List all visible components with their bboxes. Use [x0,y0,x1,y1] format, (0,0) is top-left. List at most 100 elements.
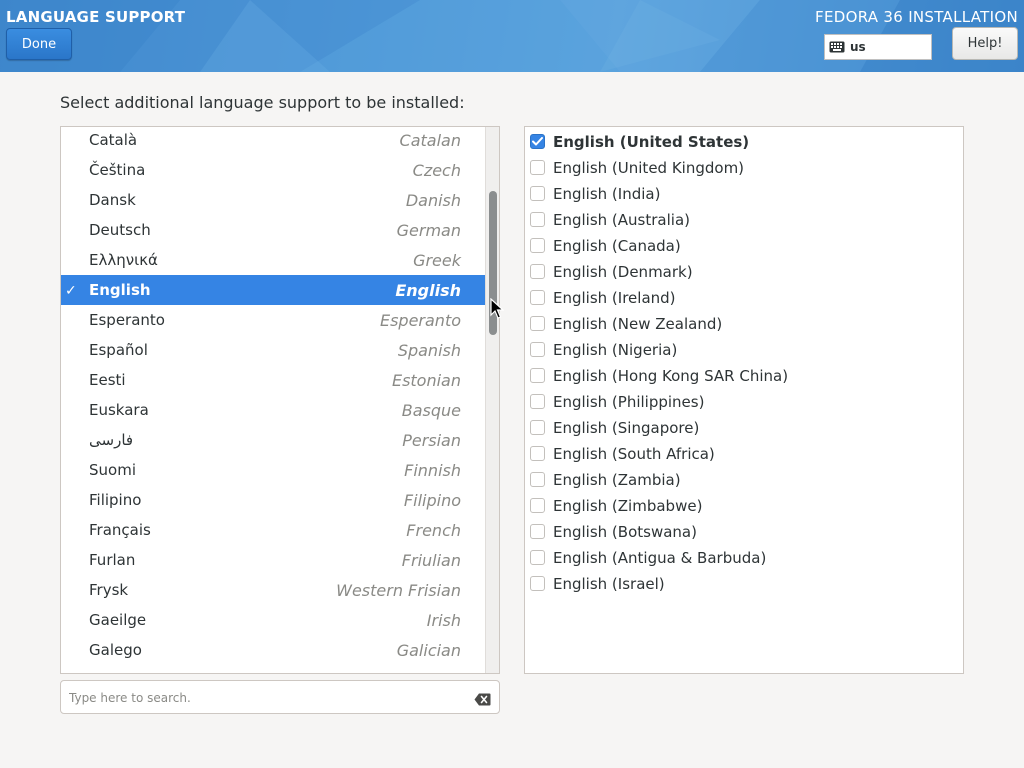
language-native-name: Dansk [89,191,136,209]
language-native-name: Suomi [89,461,136,479]
checkbox[interactable] [530,524,545,539]
checkbox-checked[interactable] [530,134,545,149]
locale-row[interactable]: English (South Africa) [525,440,963,466]
checkbox[interactable] [530,498,545,513]
checkbox[interactable] [530,342,545,357]
locale-label: English (Botswana) [553,523,697,541]
locale-row[interactable]: English (Australia) [525,206,963,232]
language-native-name: Gaeilge [89,611,147,629]
language-native-name: Deutsch [89,221,151,239]
header-bar: LANGUAGE SUPPORT FEDORA 36 INSTALLATION … [0,0,1024,72]
locale-label: English (India) [553,185,661,203]
language-native-name: Esperanto [89,311,165,329]
locale-row[interactable]: English (Philippines) [525,388,963,414]
language-english-name: Estonian [391,370,461,390]
locale-row[interactable]: English (Denmark) [525,258,963,284]
locale-row[interactable]: English (Canada) [525,232,963,258]
language-row[interactable]: ✓ English English [61,275,485,305]
language-row[interactable]: فارسی Persian [61,425,485,455]
locale-row[interactable]: English (India) [525,180,963,206]
locale-row[interactable]: English (Nigeria) [525,336,963,362]
locale-row[interactable]: English (Zambia) [525,466,963,492]
language-row[interactable]: Furlan Friulian [61,545,485,575]
checkbox[interactable] [530,576,545,591]
language-native-name: Ελληνικά [89,251,158,269]
done-button[interactable]: Done [6,28,72,60]
locale-row[interactable]: English (Ireland) [525,284,963,310]
locale-row[interactable]: English (Zimbabwe) [525,492,963,518]
locale-label: English (Zambia) [553,471,681,489]
language-english-name: Basque [401,400,461,420]
checkbox[interactable] [530,186,545,201]
language-row[interactable]: Ελληνικά Greek [61,245,485,275]
locale-row[interactable]: English (Antigua & Barbuda) [525,544,963,570]
locale-row[interactable]: English (New Zealand) [525,310,963,336]
language-native-name: Frysk [89,581,129,599]
help-button[interactable]: Help! [952,27,1018,60]
checkbox[interactable] [530,264,545,279]
language-english-name: Finnish [404,460,461,480]
checkbox[interactable] [530,316,545,331]
language-native-name: Euskara [89,401,149,419]
language-english-name: French [406,520,461,540]
language-row[interactable]: Français French [61,515,485,545]
keyboard-layout-label: us [850,40,866,54]
language-list[interactable]: Català Catalan Čeština Czech Dansk Danish Deut… [60,126,500,674]
clear-text-icon[interactable] [474,691,491,710]
language-row[interactable]: Català Catalan [61,127,485,155]
language-row[interactable]: Frysk Western Frisian [61,575,485,605]
checkbox[interactable] [530,420,545,435]
language-english-name: Spanish [397,340,461,360]
locale-label: English (Israel) [553,575,665,593]
locale-row[interactable]: English (United Kingdom) [525,154,963,180]
language-row[interactable]: Galego Galician [61,635,485,665]
language-english-name: Western Frisian [336,580,461,600]
search-input[interactable] [69,688,469,708]
language-row[interactable]: Filipino Filipino [61,485,485,515]
language-row[interactable]: Euskara Basque [61,395,485,425]
language-english-name: Filipino [403,490,461,510]
language-native-name: Furlan [89,551,136,569]
locale-row[interactable]: English (Hong Kong SAR China) [525,362,963,388]
language-native-name: Filipino [89,491,142,509]
instruction-text: Select additional language support to be… [60,93,465,112]
keyboard-icon [829,41,845,53]
language-row[interactable]: Deutsch German [61,215,485,245]
language-english-name: Greek [413,250,461,270]
locale-row[interactable]: English (Botswana) [525,518,963,544]
locale-row[interactable]: English (Singapore) [525,414,963,440]
checkbox[interactable] [530,212,545,227]
language-native-name: فارسی [89,431,134,449]
language-english-name: English [395,280,461,300]
checkbox[interactable] [530,550,545,565]
language-list-scrollbar[interactable] [485,127,499,673]
language-row[interactable]: Gaeilge Irish [61,605,485,635]
checkbox[interactable] [530,394,545,409]
language-english-name: Esperanto [379,310,461,330]
keyboard-layout-indicator[interactable]: us [824,34,932,60]
checkbox[interactable] [530,368,545,383]
locale-row[interactable]: English (Israel) [525,570,963,596]
checkbox[interactable] [530,238,545,253]
locale-row[interactable]: English (United States) [525,128,963,154]
locale-label: English (Australia) [553,211,690,229]
search-box[interactable] [60,680,500,714]
language-english-name: German [396,220,461,240]
language-native-name: Čeština [89,161,146,179]
language-row[interactable]: Esperanto Esperanto [61,305,485,335]
language-row[interactable]: Español Spanish [61,335,485,365]
locale-label: English (Canada) [553,237,681,255]
checkbox[interactable] [530,472,545,487]
locale-label: English (United States) [553,133,750,151]
checkbox[interactable] [530,446,545,461]
language-native-name: Galego [89,641,142,659]
language-native-name: English [89,281,151,299]
selected-check-icon: ✓ [65,283,77,299]
checkbox[interactable] [530,160,545,175]
language-row[interactable]: Eesti Estonian [61,365,485,395]
language-row[interactable]: Dansk Danish [61,185,485,215]
checkbox[interactable] [530,290,545,305]
locale-list: English (United States) English (United K… [524,126,964,674]
language-row[interactable]: Čeština Czech [61,155,485,185]
language-row[interactable]: Suomi Finnish [61,455,485,485]
